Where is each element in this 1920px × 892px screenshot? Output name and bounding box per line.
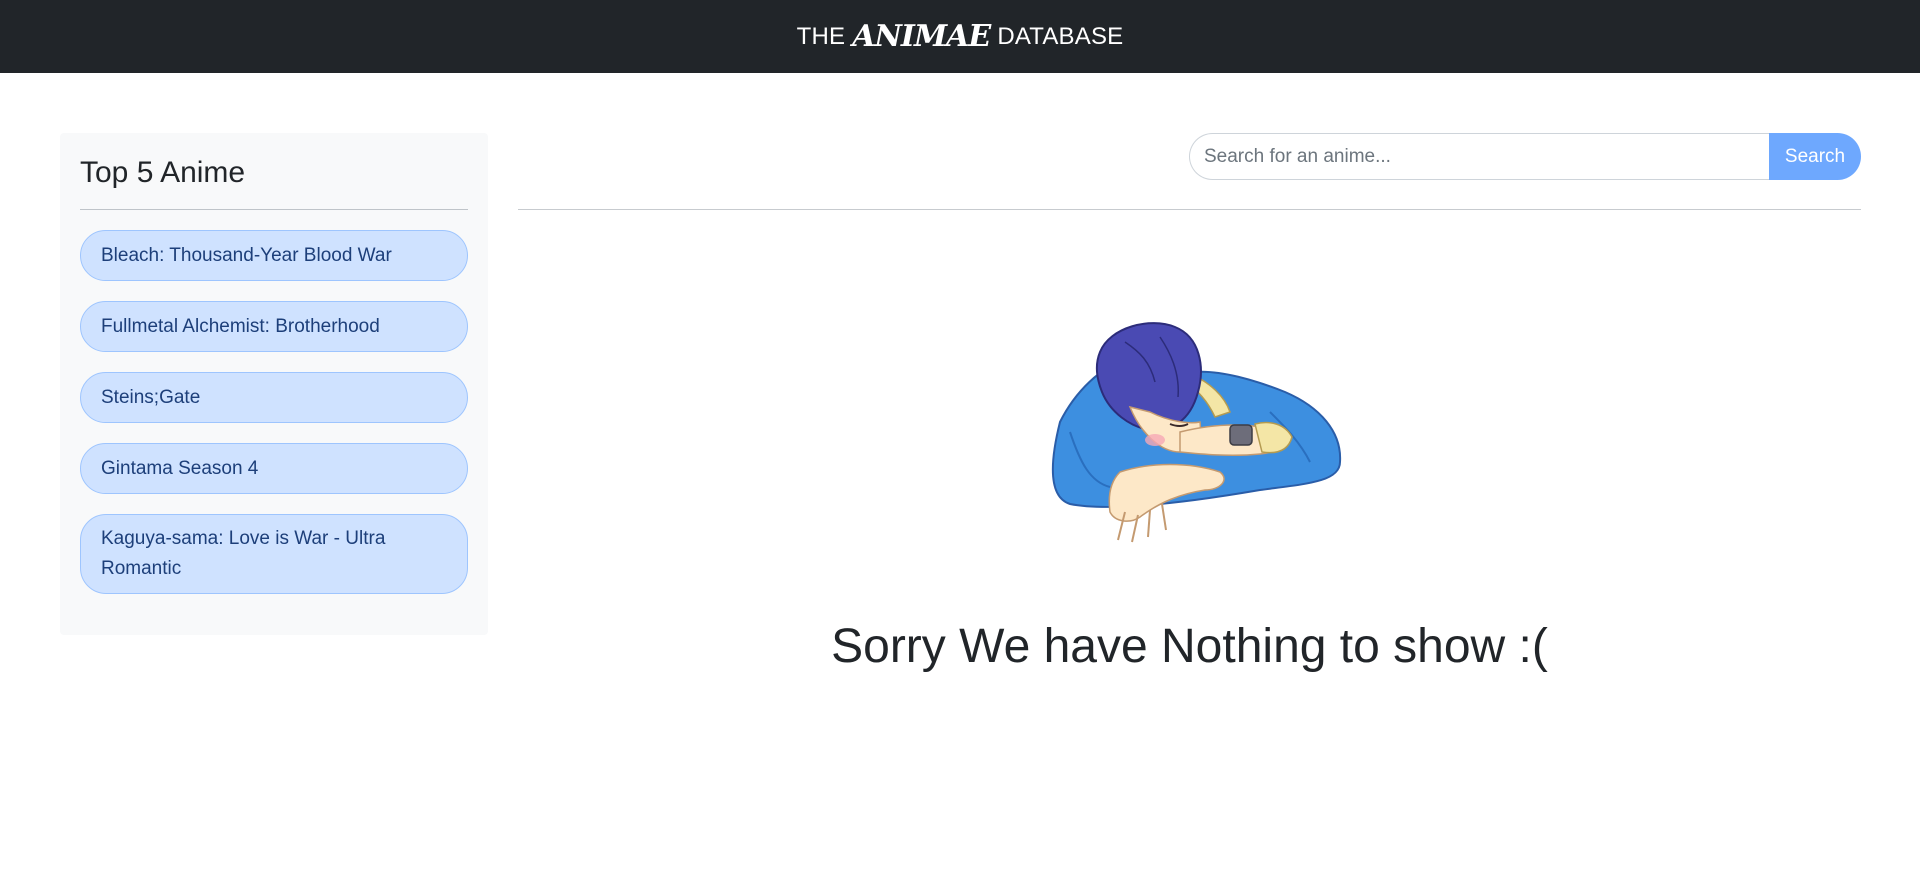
top-anime-sidebar: Top 5 Anime Bleach: Thousand-Year Blood …	[60, 133, 488, 635]
sidebar-title: Top 5 Anime	[80, 153, 468, 210]
top-anime-item[interactable]: Kaguya-sama: Love is War - Ultra Romanti…	[80, 514, 468, 594]
brand-suffix: DATABASE	[997, 22, 1124, 50]
top-navbar: THE ANIMAE DATABASE	[0, 0, 1920, 73]
search-form: Search	[1189, 133, 1861, 180]
content-divider	[518, 209, 1861, 210]
search-input[interactable]	[1189, 133, 1769, 180]
sleeping-boy-illustration	[1051, 322, 1342, 543]
top-anime-item[interactable]: Gintama Season 4	[80, 443, 468, 494]
top-anime-item[interactable]: Bleach: Thousand-Year Blood War	[80, 230, 468, 281]
brand-logo[interactable]: ANIMAE	[852, 19, 991, 54]
brand-prefix: THE	[796, 22, 846, 50]
top-anime-item[interactable]: Steins;Gate	[80, 372, 468, 423]
top-anime-item[interactable]: Fullmetal Alchemist: Brotherhood	[80, 301, 468, 352]
search-button[interactable]: Search	[1769, 133, 1861, 180]
empty-state-message: Sorry We have Nothing to show :(	[831, 620, 1548, 673]
